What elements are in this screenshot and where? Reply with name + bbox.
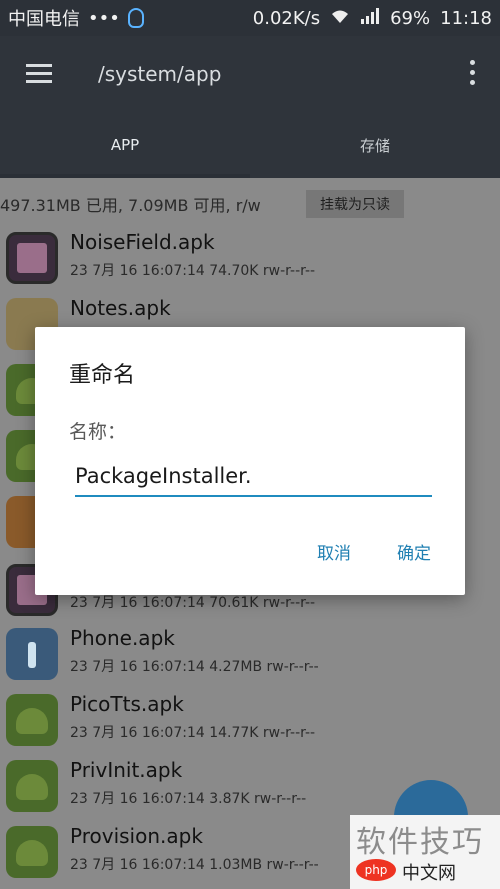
- file-meta: 23 7月 16 16:07:14 1.03MB rw-r--r--: [70, 857, 319, 873]
- cancel-button[interactable]: 取消: [317, 539, 351, 564]
- php-logo: php: [356, 859, 396, 881]
- tab-storage[interactable]: 存储: [250, 112, 500, 178]
- qq-icon: [127, 8, 144, 28]
- notification-dots: •••: [88, 7, 120, 29]
- network-speed: 0.02K/s: [252, 7, 321, 29]
- file-meta: 23 7月 16 16:07:14 3.87K rw-r--r--: [70, 791, 307, 807]
- watermark-site: 中文网: [402, 863, 456, 884]
- status-bar: 中国电信 ••• 0.02K/s 69% 11:18: [0, 0, 500, 36]
- app-toolbar: /system/app: [0, 36, 500, 112]
- watermark-title: 软件技巧: [356, 825, 484, 860]
- overflow-menu-icon[interactable]: [470, 60, 476, 86]
- file-name: NoiseField.apk: [70, 230, 215, 254]
- file-item[interactable]: PicoTts.apk 23 7月 16 16:07:14 14.77K rw-…: [0, 688, 500, 754]
- file-meta: 23 7月 16 16:07:14 70.61K rw-r--r--: [70, 595, 316, 611]
- file-meta: 23 7月 16 16:07:14 4.27MB rw-r--r--: [70, 659, 319, 675]
- rename-dialog: 重命名 名称： 取消 确定: [35, 327, 465, 595]
- phone-icon: [6, 628, 58, 680]
- dialog-actions: 取消 确定: [317, 539, 431, 564]
- file-meta: 23 7月 16 16:07:14 74.70K rw-r--r--: [70, 263, 316, 279]
- tab-bar: APP 存储: [0, 112, 500, 178]
- confirm-button[interactable]: 确定: [397, 539, 431, 564]
- android-icon: [6, 694, 58, 746]
- filename-input[interactable]: [75, 457, 432, 497]
- name-label: 名称：: [69, 421, 127, 443]
- file-item[interactable]: NoiseField.apk 23 7月 16 16:07:14 74.70K …: [0, 226, 500, 292]
- file-name: PrivInit.apk: [70, 758, 183, 782]
- mount-readonly-button[interactable]: 挂载为只读: [306, 190, 404, 218]
- file-item[interactable]: Phone.apk 23 7月 16 16:07:14 4.27MB rw-r-…: [0, 622, 500, 688]
- dialog-title: 重命名: [69, 363, 136, 388]
- carrier-label: 中国电信: [8, 9, 80, 30]
- signal-icon: [360, 7, 380, 29]
- clock: 11:18: [440, 7, 492, 29]
- menu-icon[interactable]: [26, 64, 52, 84]
- watermark: 软件技巧 php 中文网: [350, 815, 500, 889]
- file-name: Phone.apk: [70, 626, 175, 650]
- storage-info-bar: 497.31MB 已用, 7.09MB 可用, r/w 挂载为只读: [0, 188, 500, 218]
- file-name: Provision.apk: [70, 824, 203, 848]
- android-icon: [6, 826, 58, 878]
- file-name: Notes.apk: [70, 296, 171, 320]
- battery-percent: 69%: [390, 7, 431, 29]
- wifi-icon: [330, 8, 350, 29]
- current-path: /system/app: [98, 62, 222, 86]
- gallery-icon: [6, 232, 58, 284]
- file-name: PicoTts.apk: [70, 692, 184, 716]
- android-icon: [6, 760, 58, 812]
- file-meta: 23 7月 16 16:07:14 14.77K rw-r--r--: [70, 725, 316, 741]
- tab-app[interactable]: APP: [0, 112, 250, 178]
- storage-info-text: 497.31MB 已用, 7.09MB 可用, r/w: [0, 196, 261, 215]
